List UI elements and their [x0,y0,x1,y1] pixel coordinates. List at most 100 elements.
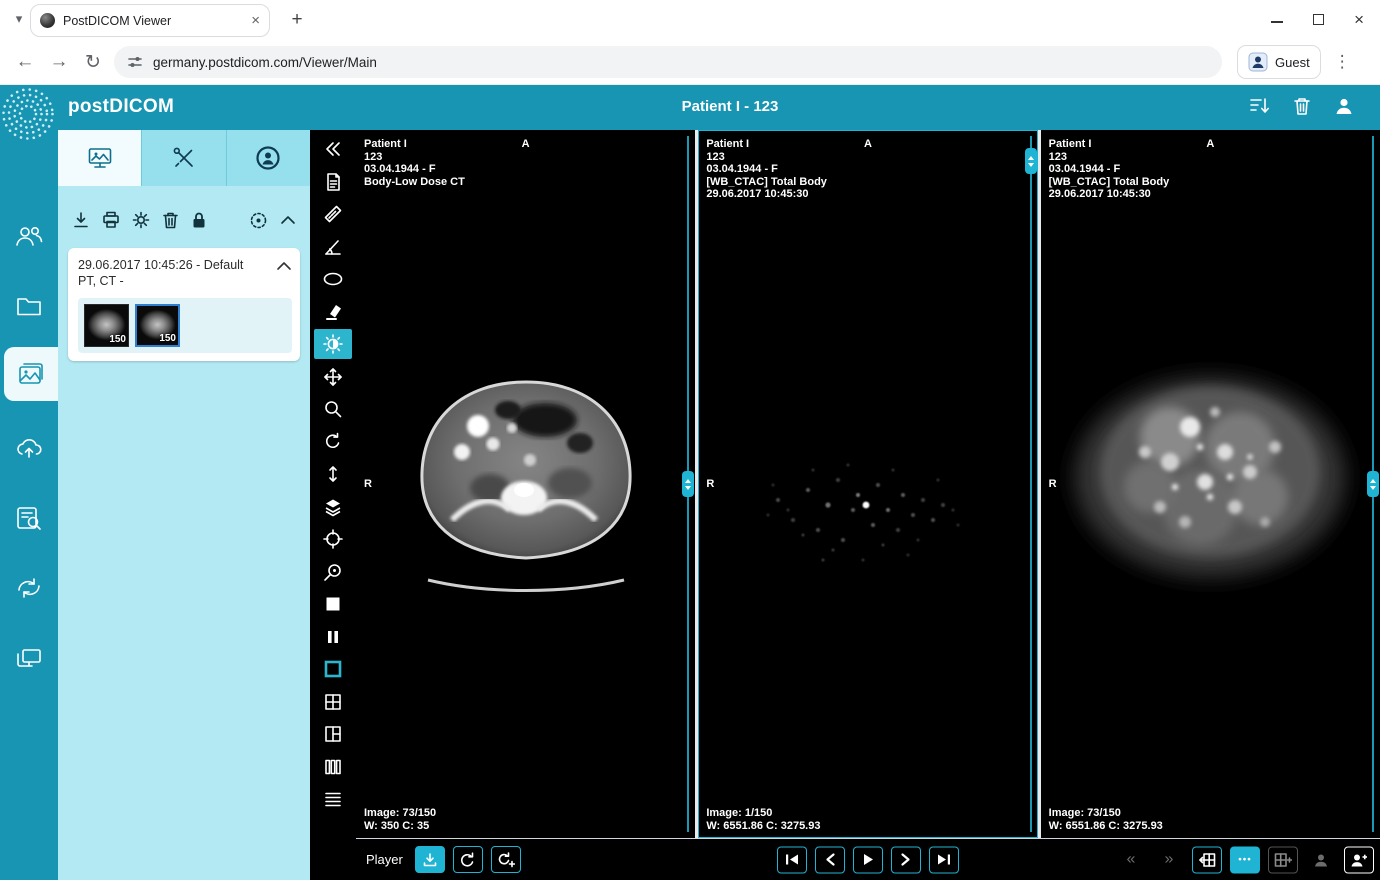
play-button[interactable] [853,846,883,873]
viewport-scrollbar[interactable] [1372,136,1374,832]
trash-icon[interactable] [162,211,179,229]
collaboration-user-button-disabled[interactable] [1306,846,1336,873]
settings-sync-icon[interactable] [132,211,150,229]
tab-series-browser[interactable] [58,130,142,186]
invert-tool-button[interactable] [314,589,352,619]
export-layout-button[interactable] [1192,846,1222,873]
lock-icon[interactable] [191,211,207,229]
scroll-down-icon[interactable] [685,486,691,490]
ellipse-tool-button[interactable] [314,264,352,294]
probe-tool-button[interactable] [314,557,352,587]
scroll-handle[interactable] [1367,471,1379,497]
more-options-button[interactable]: ••• [1230,846,1260,873]
cine-repeat-add-button[interactable] [491,846,521,873]
viewport-info-overlay: Patient I123 03.04.1944 - F[WB_CTAC] Tot… [706,138,827,201]
compare-tool-button[interactable] [314,622,352,652]
account-icon[interactable] [1334,96,1354,116]
window-level-tool-button-active[interactable] [314,329,352,359]
first-image-button[interactable] [777,846,807,873]
download-icon[interactable] [72,211,90,229]
viewport-1-ct[interactable]: Patient I123 03.04.1944 - FBody-Low Dose… [356,130,695,838]
add-user-button[interactable] [1344,846,1374,873]
viewport-3-pet-fused[interactable]: Patient I123 03.04.1944 - F[WB_CTAC] Tot… [1041,130,1380,838]
scroll-up-icon[interactable] [685,479,691,483]
rotate-tool-button[interactable] [314,427,352,457]
last-image-button[interactable] [929,846,959,873]
series-cycle-icon[interactable] [249,211,268,230]
layout-1-2-button[interactable] [314,719,352,749]
scroll-up-icon[interactable] [1370,479,1376,483]
tools-icon [172,146,196,170]
sidebar-item-viewer-active[interactable] [4,347,58,401]
dual-monitor-icon [15,646,43,670]
panel-tabs [58,130,310,186]
layout-1x1-button-active[interactable] [314,654,352,684]
sidebar-item-patients[interactable] [0,213,58,259]
profile-button[interactable]: Guest [1237,45,1321,79]
collapse-toolbar-chevron-icon[interactable] [280,215,296,225]
delete-study-icon[interactable] [1292,96,1312,116]
tab-title: PostDICOM Viewer [63,14,243,28]
forward-button[interactable]: → [42,51,76,73]
next-image-button[interactable] [891,846,921,873]
person-icon [1313,852,1329,867]
stack-tool-button[interactable] [314,492,352,522]
sidebar-item-share[interactable] [0,565,58,611]
cloud-upload-icon [14,436,44,460]
sort-series-icon[interactable] [1248,96,1270,116]
scroll-down-icon[interactable] [1370,486,1376,490]
scroll-down-icon[interactable] [1028,163,1034,167]
pan-tool-button[interactable] [314,362,352,392]
scroll-tool-button[interactable] [314,459,352,489]
reload-button[interactable]: ↻ [76,51,110,74]
sidebar-item-folders[interactable] [0,283,58,329]
new-tab-button[interactable]: + [285,8,309,32]
sidebar-item-upload[interactable] [0,425,58,471]
browser-menu-icon[interactable]: ⋮ [1334,52,1351,72]
scroll-handle[interactable] [682,471,694,497]
cine-download-button[interactable] [415,846,445,873]
window-maximize-button[interactable] [1313,14,1324,25]
collapse-group-chevron-icon[interactable] [276,261,292,271]
tab-patient-info[interactable] [227,130,310,186]
fast-forward-button-disabled[interactable]: » [1154,846,1184,873]
tab-tools[interactable] [142,130,226,186]
scroll-handle[interactable] [1025,148,1037,174]
layout-2x2-button[interactable] [314,687,352,717]
print-icon[interactable] [102,211,120,229]
tab-close-icon[interactable]: × [251,13,260,28]
viewport-scrollbar[interactable] [687,136,689,832]
previous-image-button[interactable] [815,846,845,873]
window-minimize-button[interactable] [1271,21,1283,23]
collapse-panel-button[interactable] [314,134,352,164]
layout-rows-button[interactable] [314,784,352,814]
window-close-button[interactable]: × [1354,11,1364,28]
angle-tool-button[interactable] [314,232,352,262]
eraser-tool-button[interactable] [314,297,352,327]
viewport-scrollbar[interactable] [1030,136,1032,832]
address-bar[interactable]: germany.postdicom.com/Viewer/Main [114,46,1222,78]
site-settings-icon[interactable] [127,54,143,70]
scroll-up-icon[interactable] [1028,156,1034,160]
sidebar-item-worklist[interactable] [0,495,58,541]
browser-tab[interactable]: PostDICOM Viewer × [30,4,270,37]
back-button[interactable]: ← [8,51,42,73]
add-layout-button-disabled[interactable] [1268,846,1298,873]
skip-end-icon [936,853,952,867]
ruler-tool-button[interactable] [314,199,352,229]
viewport-status-overlay: Image: 1/150W: 6551.86 C: 3275.93 [706,807,820,832]
sidebar-item-screens[interactable] [0,635,58,681]
layout-columns-button[interactable] [314,752,352,782]
fast-backward-button-disabled[interactable]: « [1116,846,1146,873]
localizer-tool-button[interactable] [314,524,352,554]
report-tool-button[interactable] [314,167,352,197]
cine-loop-button[interactable] [453,846,483,873]
zoom-tool-button[interactable] [314,394,352,424]
viewer-tool-column [310,130,356,880]
series-group-card[interactable]: 29.06.2017 10:45:26 - Default PT, CT - 1… [68,248,300,361]
viewport-2-pet-selected[interactable]: Patient I123 03.04.1944 - F[WB_CTAC] Tot… [698,130,1037,838]
tab-search-icon[interactable]: ▾ [10,10,28,28]
series-thumbnail-pt-selected[interactable]: 150 [135,304,180,347]
series-thumbnail-ct[interactable]: 150 [84,304,129,347]
pet-axial-image [718,410,1018,600]
